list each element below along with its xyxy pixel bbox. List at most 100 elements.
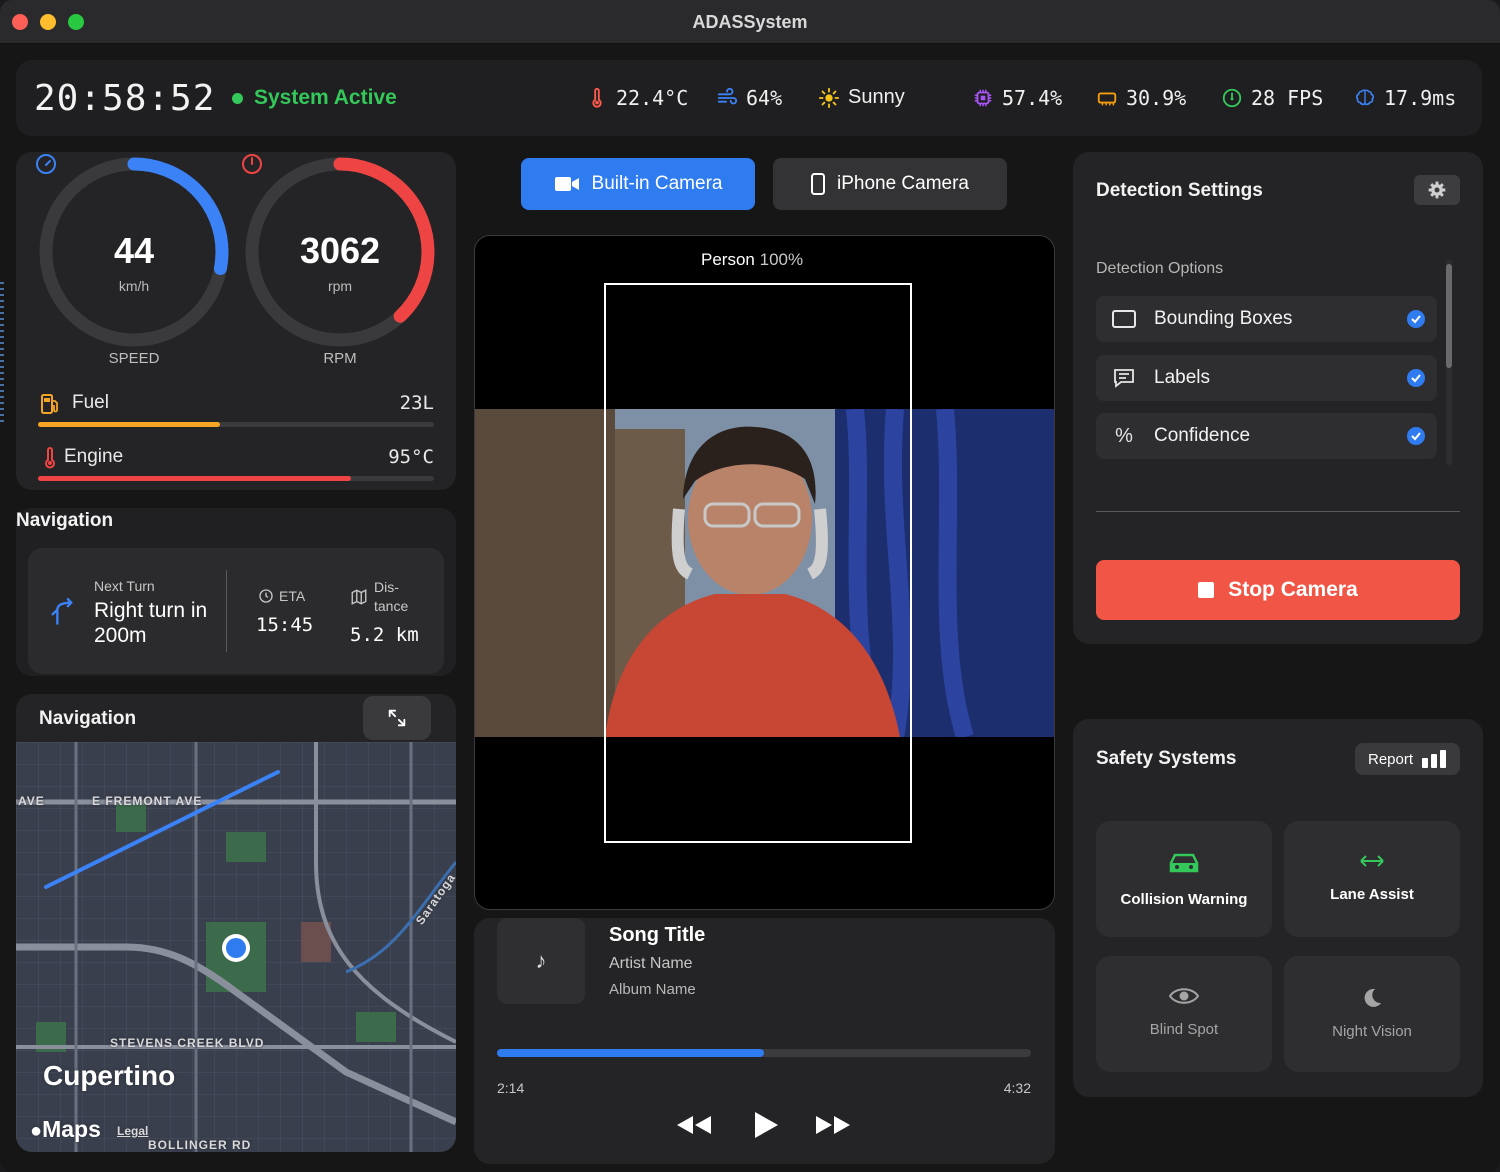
speed-value: 44 — [113, 230, 155, 271]
detection-options-header: Detection Options — [1096, 260, 1224, 277]
map-label-city: Cupertino — [43, 1060, 176, 1091]
safety-systems-title: Safety Systems — [1096, 748, 1237, 769]
bar-chart-icon — [1422, 750, 1447, 768]
total-time: 4:32 — [1003, 1080, 1031, 1096]
turn-description: Right turn in 200m — [94, 599, 208, 647]
title-bar: ADASSystem — [0, 0, 1500, 44]
fast-forward-button[interactable] — [813, 1108, 853, 1142]
vehicle-gauges: 44 km/h SPEED 3062 rpm RPM Fuel 23L Engi… — [16, 152, 456, 490]
map-icon — [351, 589, 367, 605]
distance-value: 5.2 km — [350, 624, 419, 646]
thermometer-icon — [592, 87, 602, 108]
system-status-dot — [232, 93, 243, 104]
rpm-unit: rpm — [327, 278, 353, 294]
navigation-title: Navigation — [16, 510, 114, 531]
tachometer-icon — [242, 154, 262, 174]
divider — [226, 570, 227, 652]
wind-icon — [717, 87, 738, 105]
stop-icon — [1198, 582, 1215, 598]
rectangle-icon — [1112, 310, 1136, 328]
map-label-fremont: E FREMONT AVE — [92, 794, 203, 808]
map-panel: Navigation AVE E FREMONT AVE Saratoga ST… — [16, 694, 456, 1152]
clock-icon — [259, 589, 273, 603]
current-time: 2:14 — [497, 1080, 525, 1096]
eye-icon — [1168, 988, 1200, 1004]
map-title: Navigation — [39, 708, 137, 729]
eta-label: ETA — [258, 588, 305, 604]
play-button[interactable] — [751, 1108, 781, 1142]
song-title: Song Title — [609, 924, 706, 946]
map-legal-link[interactable]: Legal — [117, 1124, 148, 1138]
map-label-bollinger: BOLLINGER RD — [148, 1138, 252, 1152]
divider — [1096, 511, 1460, 512]
album-name: Album Name — [609, 981, 696, 998]
detection-label: Person 100% — [701, 250, 804, 269]
checkmark-icon[interactable] — [1407, 427, 1425, 445]
settings-button[interactable] — [1414, 175, 1460, 205]
bounding-box — [604, 283, 912, 843]
rewind-icon — [677, 1116, 711, 1134]
map-header: Navigation — [16, 694, 456, 742]
expand-icon — [388, 709, 406, 727]
car-icon — [1169, 853, 1199, 873]
system-status: System Active — [254, 86, 397, 109]
artist-name: Artist Name — [609, 955, 693, 972]
eta-value: 15:45 — [256, 614, 314, 636]
checkmark-icon[interactable] — [1407, 369, 1425, 387]
status-bar: 20:58:52 System Active 22.4°C 64% Sunny … — [16, 60, 1482, 136]
maps-logo: ●Maps — [30, 1116, 101, 1142]
blind-spot-tile[interactable]: Blind Spot — [1096, 956, 1272, 1072]
checkmark-icon[interactable] — [1407, 310, 1425, 328]
rewind-button[interactable] — [674, 1108, 714, 1142]
album-art: ♪ — [497, 918, 585, 1004]
window-title: ADASSystem — [692, 12, 808, 32]
stop-camera-button[interactable]: Stop Camera — [1096, 560, 1460, 620]
memory-icon — [1097, 92, 1117, 106]
report-button[interactable]: Report — [1355, 743, 1460, 775]
sun-icon — [818, 87, 840, 108]
map-label-ave: AVE — [18, 794, 45, 808]
builtin-camera-button[interactable]: Built-in Camera — [521, 158, 755, 210]
map-label-stevens-creek: STEVENS CREEK BLVD — [110, 1036, 265, 1050]
option-labels[interactable]: Labels — [1096, 355, 1437, 401]
option-bounding-boxes[interactable]: Bounding Boxes — [1096, 296, 1437, 342]
night-vision-tile[interactable]: Night Vision — [1284, 956, 1460, 1072]
speed-unit: km/h — [118, 278, 150, 294]
option-confidence[interactable]: % Confidence — [1096, 413, 1437, 459]
speed-label: SPEED — [108, 350, 160, 367]
moon-icon — [1364, 988, 1381, 1007]
playback-progress-fill — [497, 1049, 764, 1057]
gear-icon — [1428, 181, 1446, 199]
distance-label: Dis- tance — [374, 579, 409, 614]
fast-forward-icon — [816, 1116, 850, 1134]
detection-settings-title: Detection Settings — [1096, 180, 1263, 201]
memory-stat: 30.9% — [1096, 86, 1186, 110]
iphone-camera-button[interactable]: iPhone Camera — [773, 158, 1007, 210]
latency-stat: 17.9ms — [1354, 86, 1456, 110]
video-camera-icon — [554, 177, 579, 191]
rpm-label: RPM — [323, 350, 357, 367]
cpu-stat: 57.4% — [972, 86, 1062, 110]
humidity-stat: 64% — [716, 86, 782, 110]
map-view[interactable]: AVE E FREMONT AVE Saratoga STEVENS CREEK… — [16, 742, 456, 1152]
app-window: ADASSystem 20:58:52 System Active 22.4°C… — [0, 0, 1500, 1172]
engine-temp-icon — [45, 447, 55, 469]
expand-map-button[interactable] — [363, 696, 431, 740]
options-scrollbar[interactable] — [1446, 260, 1452, 465]
speed-gauge: 44 km/h SPEED — [34, 152, 234, 367]
lane-assist-tile[interactable]: Lane Assist — [1284, 821, 1460, 937]
gauge-icon — [1222, 88, 1242, 108]
rpm-value: 3062 — [299, 230, 381, 271]
rpm-gauge: 3062 rpm RPM — [240, 152, 440, 367]
camera-feed: Person 100% — [474, 235, 1055, 910]
brain-icon — [1355, 89, 1375, 106]
turn-right-arrow-icon — [51, 598, 73, 625]
collision-warning-tile[interactable]: Collision Warning — [1096, 821, 1272, 937]
music-note-icon: ♪ — [535, 948, 547, 973]
detection-settings-panel: Detection Settings Detection Options Bou… — [1073, 152, 1483, 644]
temperature-stat: 22.4°C — [586, 86, 688, 110]
playback-progress[interactable] — [497, 1049, 1031, 1057]
cpu-icon — [974, 89, 992, 107]
fps-stat: 28 FPS — [1221, 86, 1323, 110]
left-right-arrow-icon — [1360, 855, 1384, 867]
